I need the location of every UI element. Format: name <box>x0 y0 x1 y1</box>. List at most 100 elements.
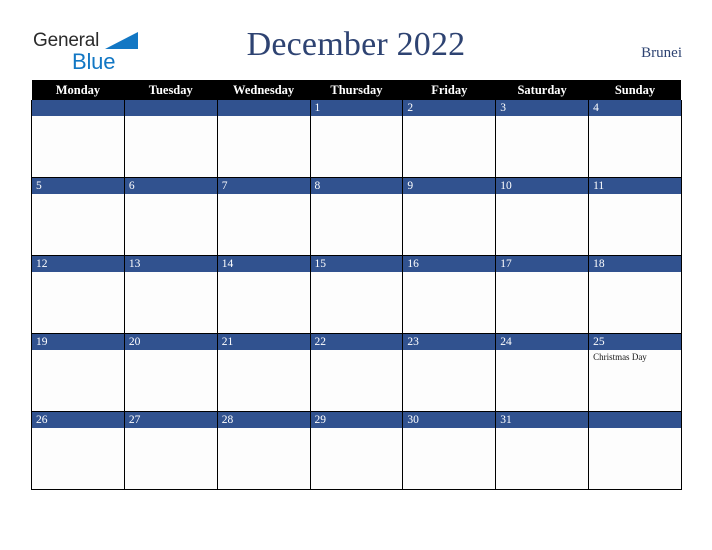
calendar-day-cell[interactable]: 14 <box>216 255 311 334</box>
day-cell-body <box>32 428 124 489</box>
day-cell-body <box>218 350 310 411</box>
day-number <box>589 412 681 428</box>
day-number: 17 <box>496 256 589 272</box>
calendar-day-cell[interactable]: 30 <box>402 411 497 490</box>
calendar-day-cell[interactable]: 7 <box>216 177 311 256</box>
day-cell-body <box>218 272 310 333</box>
day-cell-body <box>125 116 217 177</box>
weekday-header-sunday: Sunday <box>588 80 682 100</box>
calendar-day-cell[interactable]: 26 <box>31 411 125 490</box>
calendar-day-cell[interactable]: 17 <box>495 255 590 334</box>
calendar-day-cell[interactable]: 25 Christmas Day <box>588 333 682 412</box>
day-number: 16 <box>403 256 496 272</box>
calendar-day-cell[interactable]: 9 <box>402 177 497 256</box>
day-cell-body <box>32 194 124 255</box>
day-number: 5 <box>32 178 124 194</box>
calendar-week-row: 1 2 3 4 <box>31 100 682 178</box>
day-number: 28 <box>217 412 310 428</box>
calendar-day-cell[interactable]: 15 <box>309 255 404 334</box>
calendar-day-cell[interactable]: 6 <box>123 177 218 256</box>
day-number: 4 <box>589 100 681 116</box>
calendar-day-cell[interactable]: 2 <box>402 100 497 178</box>
calendar-day-cell[interactable]: 22 <box>309 333 404 412</box>
holiday-label: Christmas Day <box>593 352 647 362</box>
day-cell-body <box>496 194 588 255</box>
day-cell-body <box>311 116 403 177</box>
day-number: 9 <box>403 178 496 194</box>
weekday-header-row: Monday Tuesday Wednesday Thursday Friday… <box>31 80 682 100</box>
day-number: 1 <box>310 100 403 116</box>
day-cell-body <box>125 272 217 333</box>
calendar-day-cell[interactable]: 20 <box>123 333 218 412</box>
calendar-day-cell[interactable] <box>216 100 311 178</box>
calendar-body: 1 2 3 4 5 6 7 8 9 10 11 12 13 14 15 16 1… <box>31 100 682 490</box>
day-number <box>217 100 310 116</box>
day-cell-body <box>32 116 124 177</box>
calendar-day-cell[interactable]: 29 <box>309 411 404 490</box>
day-cell-body <box>496 428 588 489</box>
calendar-week-row: 19 20 21 22 23 24 25 Christmas Day <box>31 333 682 412</box>
day-cell-body <box>496 272 588 333</box>
day-cell-body <box>403 194 495 255</box>
calendar-day-cell[interactable]: 28 <box>216 411 311 490</box>
day-number: 24 <box>496 334 589 350</box>
calendar-day-cell[interactable]: 5 <box>31 177 125 256</box>
day-number: 2 <box>403 100 496 116</box>
calendar-day-cell[interactable]: 21 <box>216 333 311 412</box>
day-cell-body <box>403 350 495 411</box>
day-cell-body <box>311 350 403 411</box>
day-number <box>32 100 124 116</box>
calendar-day-cell[interactable] <box>588 411 682 490</box>
calendar-day-cell[interactable]: 19 <box>31 333 125 412</box>
calendar-day-cell[interactable]: 13 <box>123 255 218 334</box>
day-cell-body: Christmas Day <box>589 350 681 411</box>
day-cell-body <box>496 350 588 411</box>
day-number: 29 <box>310 412 403 428</box>
day-number: 8 <box>310 178 403 194</box>
day-number <box>124 100 217 116</box>
calendar-day-cell[interactable]: 3 <box>495 100 590 178</box>
weekday-header-wednesday: Wednesday <box>217 80 311 100</box>
day-number: 30 <box>403 412 496 428</box>
calendar-grid: Monday Tuesday Wednesday Thursday Friday… <box>31 80 682 490</box>
calendar-day-cell[interactable]: 16 <box>402 255 497 334</box>
calendar-day-cell[interactable]: 1 <box>309 100 404 178</box>
weekday-header-thursday: Thursday <box>310 80 403 100</box>
day-number: 31 <box>496 412 589 428</box>
day-number: 11 <box>589 178 681 194</box>
calendar-day-cell[interactable]: 12 <box>31 255 125 334</box>
calendar-day-cell[interactable]: 31 <box>495 411 590 490</box>
day-number: 13 <box>124 256 217 272</box>
day-cell-body <box>589 194 681 255</box>
calendar-day-cell[interactable]: 8 <box>309 177 404 256</box>
calendar-page: General Blue December 2022 Brunei Monday… <box>0 0 712 550</box>
day-number: 3 <box>496 100 589 116</box>
weekday-header-monday: Monday <box>31 80 125 100</box>
calendar-day-cell[interactable]: 27 <box>123 411 218 490</box>
calendar-day-cell[interactable]: 23 <box>402 333 497 412</box>
day-cell-body <box>311 272 403 333</box>
day-cell-body <box>403 272 495 333</box>
day-number: 26 <box>32 412 124 428</box>
day-number: 20 <box>124 334 217 350</box>
calendar-day-cell[interactable]: 24 <box>495 333 590 412</box>
page-title: December 2022 <box>246 26 466 63</box>
calendar-day-cell[interactable]: 18 <box>588 255 682 334</box>
weekday-header-saturday: Saturday <box>495 80 589 100</box>
calendar-day-cell[interactable] <box>31 100 125 178</box>
day-cell-body <box>311 194 403 255</box>
calendar-week-row: 12 13 14 15 16 17 18 <box>31 255 682 334</box>
calendar-day-cell[interactable]: 11 <box>588 177 682 256</box>
calendar-day-cell[interactable]: 10 <box>495 177 590 256</box>
day-cell-body <box>496 116 588 177</box>
day-number: 22 <box>310 334 403 350</box>
day-cell-body <box>218 428 310 489</box>
day-number: 23 <box>403 334 496 350</box>
day-cell-body <box>589 116 681 177</box>
day-number: 27 <box>124 412 217 428</box>
day-cell-body <box>403 428 495 489</box>
day-number: 6 <box>124 178 217 194</box>
calendar-day-cell[interactable]: 4 <box>588 100 682 178</box>
day-number: 18 <box>589 256 681 272</box>
calendar-day-cell[interactable] <box>123 100 218 178</box>
